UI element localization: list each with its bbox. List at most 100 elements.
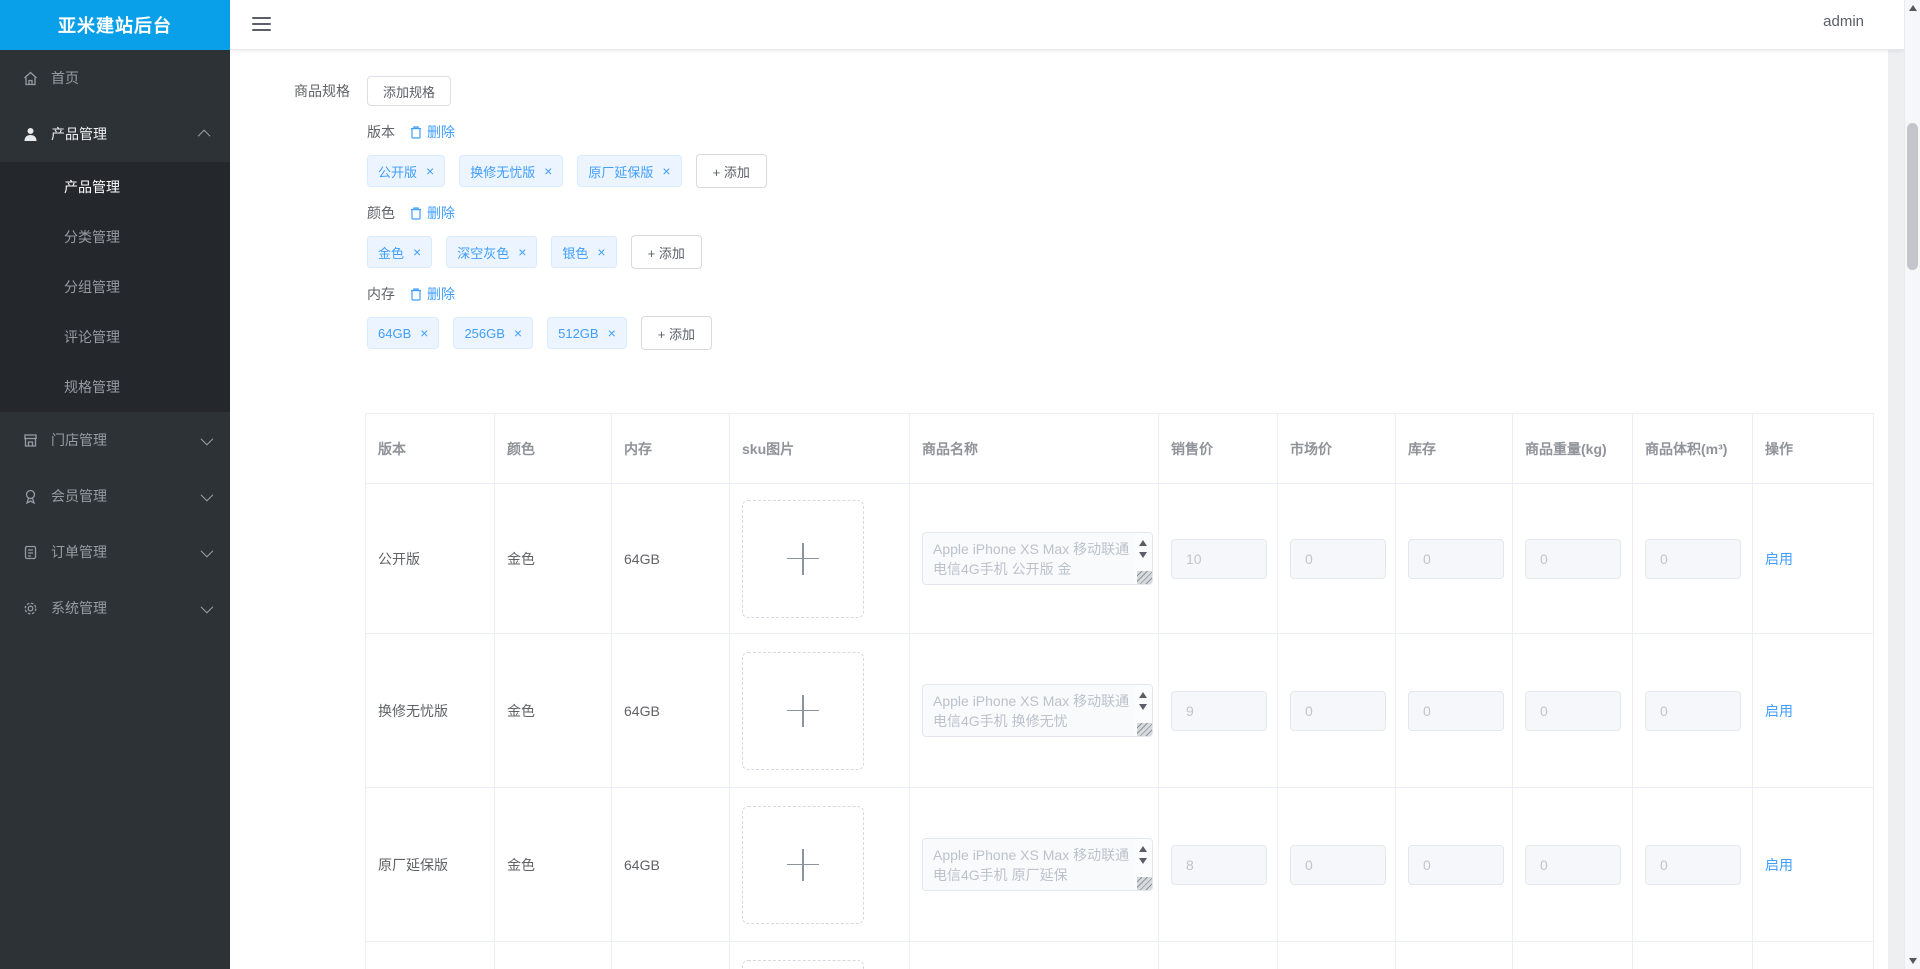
product-name-textarea[interactable]: Apple iPhone XS Max 移动联通电信4G手机 原厂延保 bbox=[922, 838, 1153, 891]
trash-icon[interactable] bbox=[409, 287, 423, 302]
hamburger-menu-icon[interactable] bbox=[252, 17, 271, 32]
sidebar-item-label: 门店管理 bbox=[51, 432, 107, 448]
stock-input[interactable] bbox=[1408, 844, 1504, 885]
sidebar-item-label: 系统管理 bbox=[51, 600, 107, 616]
scroll-up-icon[interactable] bbox=[1139, 540, 1147, 546]
delete-spec-link[interactable]: 删除 bbox=[427, 284, 455, 304]
volume-input[interactable] bbox=[1645, 844, 1741, 885]
tag-label: 深空灰色 bbox=[457, 245, 510, 261]
close-icon[interactable]: × bbox=[514, 326, 522, 340]
admin-user-menu[interactable]: admin bbox=[1823, 13, 1864, 30]
sidebar-item-store-management[interactable]: 门店管理 bbox=[0, 412, 230, 468]
spec-name-color: 颜色 bbox=[367, 205, 395, 221]
product-management-submenu: 产品管理 分类管理 分组管理 评论管理 规格管理 bbox=[0, 162, 230, 412]
add-tag-button[interactable]: + 添加 bbox=[640, 316, 712, 350]
plus-icon bbox=[787, 848, 819, 881]
close-icon[interactable]: × bbox=[420, 326, 428, 340]
submenu-item-group-management[interactable]: 分组管理 bbox=[0, 262, 230, 312]
weight-input[interactable] bbox=[1525, 844, 1621, 885]
product-name-text: Apple iPhone XS Max 移动联通电信4G手机 公开版 金 bbox=[933, 541, 1130, 577]
submenu-item-spec-management[interactable]: 规格管理 bbox=[0, 362, 230, 412]
table-row: 原厂延保版 金色 64GB Apple iPhone XS Max 移动联通电信… bbox=[365, 787, 1874, 942]
product-name-textarea[interactable]: Apple iPhone XS Max 移动联通电信4G手机 公开版 金 bbox=[922, 532, 1153, 585]
scroll-down-icon[interactable] bbox=[1139, 858, 1147, 864]
close-icon[interactable]: × bbox=[518, 245, 526, 259]
sku-image-upload[interactable] bbox=[742, 499, 864, 618]
sidebar-item-product-management[interactable]: 产品管理 bbox=[0, 106, 230, 162]
scrollbar-thumb[interactable] bbox=[1907, 123, 1918, 270]
enable-link[interactable]: 启用 bbox=[1765, 857, 1793, 873]
shop-icon bbox=[22, 432, 39, 449]
weight-input[interactable] bbox=[1525, 538, 1621, 579]
volume-input[interactable] bbox=[1645, 690, 1741, 731]
enable-link[interactable]: 启用 bbox=[1765, 551, 1793, 567]
sale-price-input[interactable] bbox=[1171, 844, 1267, 885]
close-icon[interactable]: × bbox=[426, 164, 434, 178]
delete-spec-link[interactable]: 删除 bbox=[427, 203, 455, 223]
sidebar-item-label: 会员管理 bbox=[51, 488, 107, 504]
add-tag-button[interactable]: + 添加 bbox=[630, 235, 702, 269]
scroll-up-icon[interactable] bbox=[1139, 692, 1147, 698]
market-price-input[interactable] bbox=[1290, 538, 1386, 579]
submenu-item-comment-management[interactable]: 评论管理 bbox=[0, 312, 230, 362]
col-header-product-name: 商品名称 bbox=[909, 413, 1159, 484]
add-tag-button[interactable]: + 添加 bbox=[695, 154, 767, 188]
topbar: admin bbox=[230, 0, 1904, 50]
volume-input[interactable] bbox=[1645, 538, 1741, 579]
sku-image-upload[interactable] bbox=[742, 805, 864, 924]
sale-price-input[interactable] bbox=[1171, 690, 1267, 731]
resize-grip-icon[interactable] bbox=[1137, 571, 1152, 584]
scroll-down-icon[interactable] bbox=[1139, 552, 1147, 558]
sku-image-upload[interactable] bbox=[742, 959, 864, 969]
sidebar-item-system-management[interactable]: 系统管理 bbox=[0, 580, 230, 636]
spec-tag: 公开版 × bbox=[367, 155, 446, 187]
table-row: 公开版 金色 64GB Apple iPhone XS Max 移动联通电信4G… bbox=[365, 483, 1874, 634]
scrollbar-down-button[interactable] bbox=[1905, 953, 1920, 969]
sidebar-item-label: 产品管理 bbox=[51, 126, 107, 142]
submenu-item-product-management[interactable]: 产品管理 bbox=[0, 162, 230, 212]
sale-price-input[interactable] bbox=[1171, 538, 1267, 579]
close-icon[interactable]: × bbox=[608, 326, 616, 340]
col-header-weight: 商品重量(kg) bbox=[1512, 413, 1633, 484]
stock-input[interactable] bbox=[1408, 690, 1504, 731]
sku-table: 版本 颜色 内存 sku图片 商品名称 销售价 市场价 库存 商品重量(kg) … bbox=[365, 413, 1874, 969]
col-header-sale-price: 销售价 bbox=[1158, 413, 1278, 484]
member-badge-icon bbox=[22, 488, 39, 505]
table-row: 换修无忧版 金色 64GB Apple iPhone XS Max 移动联通电信… bbox=[365, 633, 1874, 788]
col-header-memory: 内存 bbox=[611, 413, 730, 484]
weight-input[interactable] bbox=[1525, 690, 1621, 731]
close-icon[interactable]: × bbox=[597, 245, 605, 259]
close-icon[interactable]: × bbox=[544, 164, 552, 178]
col-header-actions: 操作 bbox=[1752, 413, 1874, 484]
trash-icon[interactable] bbox=[409, 206, 423, 221]
scroll-down-icon[interactable] bbox=[1139, 704, 1147, 710]
stock-input[interactable] bbox=[1408, 538, 1504, 579]
submenu-item-category-management[interactable]: 分类管理 bbox=[0, 212, 230, 262]
sidebar: 亚米建站后台 首页 产品管理 产品管理 分类管理 分组管理 评论管理 规格管理 bbox=[0, 0, 230, 969]
col-header-market-price: 市场价 bbox=[1277, 413, 1396, 484]
close-icon[interactable]: × bbox=[413, 245, 421, 259]
enable-link[interactable]: 启用 bbox=[1765, 703, 1793, 719]
add-spec-button[interactable]: 添加规格 bbox=[367, 76, 452, 106]
sku-image-upload[interactable] bbox=[742, 651, 864, 770]
plus-icon bbox=[787, 542, 819, 575]
resize-grip-icon[interactable] bbox=[1137, 877, 1152, 890]
sidebar-item-order-management[interactable]: 订单管理 bbox=[0, 524, 230, 580]
trash-icon[interactable] bbox=[409, 125, 423, 140]
resize-grip-icon[interactable] bbox=[1137, 723, 1152, 736]
product-name-textarea[interactable]: Apple iPhone XS Max 移动联通电信4G手机 换修无忧 bbox=[922, 684, 1153, 737]
sidebar-item-home[interactable]: 首页 bbox=[0, 50, 230, 106]
product-name-text: Apple iPhone XS Max 移动联通电信4G手机 原厂延保 bbox=[933, 847, 1130, 883]
scroll-up-icon[interactable] bbox=[1139, 846, 1147, 852]
scrollbar-up-button[interactable] bbox=[1905, 0, 1920, 16]
table-row bbox=[365, 941, 1874, 969]
sidebar-item-member-management[interactable]: 会员管理 bbox=[0, 468, 230, 524]
delete-spec-link[interactable]: 删除 bbox=[427, 122, 455, 142]
page-scrollbar[interactable] bbox=[1904, 0, 1920, 969]
market-price-input[interactable] bbox=[1290, 690, 1386, 731]
app-logo: 亚米建站后台 bbox=[0, 0, 230, 50]
cell-memory: 64GB bbox=[611, 787, 730, 942]
close-icon[interactable]: × bbox=[662, 164, 670, 178]
spec-tag: 64GB × bbox=[367, 317, 440, 349]
market-price-input[interactable] bbox=[1290, 844, 1386, 885]
